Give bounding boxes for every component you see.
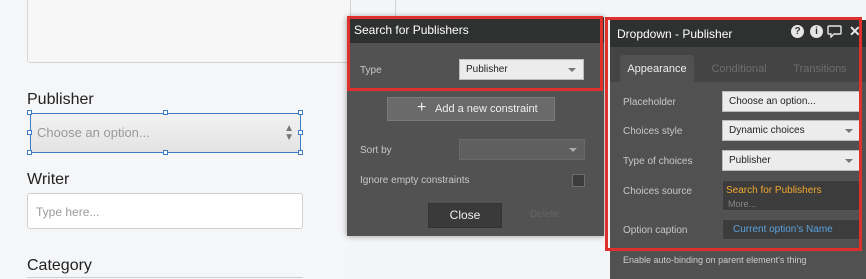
resize-handle-br[interactable] xyxy=(298,150,303,155)
writer-label: Writer xyxy=(27,171,70,188)
comment-icon[interactable] xyxy=(827,25,842,39)
sort-by-select[interactable] xyxy=(459,139,585,160)
tab-appearance[interactable]: Appearance xyxy=(620,55,694,82)
placeholder-input[interactable]: Choose an option... xyxy=(722,91,862,112)
property-tabs: Appearance Conditional Transitions xyxy=(610,47,866,82)
placeholder-value: Choose an option... xyxy=(729,96,816,107)
type-of-choices-label: Type of choices xyxy=(623,156,693,167)
delete-button[interactable]: Delete xyxy=(530,209,559,220)
choices-source-value[interactable]: Search for Publishers xyxy=(726,185,822,196)
multiline-input-element[interactable] xyxy=(27,0,351,63)
publisher-dropdown[interactable]: Choose an option... ▲ ▼ xyxy=(30,113,301,153)
auto-binding-label: Enable auto-binding on parent element's … xyxy=(623,255,807,265)
chevron-down-icon xyxy=(568,68,576,72)
sort-by-label: Sort by xyxy=(360,145,392,156)
option-caption-label: Option caption xyxy=(623,225,688,236)
info-icon[interactable]: i xyxy=(810,25,823,38)
chevron-down-icon xyxy=(569,148,577,152)
choices-source-label: Choices source xyxy=(623,186,692,197)
publisher-label: Publisher xyxy=(27,91,94,108)
close-button[interactable]: Close xyxy=(428,203,502,228)
tab-transitions[interactable]: Transitions xyxy=(780,55,860,82)
close-icon[interactable]: ✕ xyxy=(849,23,861,40)
choices-style-select[interactable]: Dynamic choices xyxy=(722,120,862,141)
ignore-empty-checkbox[interactable] xyxy=(572,174,585,187)
tab-conditional[interactable]: Conditional xyxy=(702,55,776,82)
property-editor-panel: Dropdown - Publisher ? i ✕ Appearance Co… xyxy=(610,20,866,279)
chevron-down-icon xyxy=(845,129,853,133)
placeholder-label: Placeholder xyxy=(623,97,676,108)
type-of-choices-value: Publisher xyxy=(729,155,771,166)
resize-handle-tl[interactable] xyxy=(27,110,32,115)
writer-input[interactable]: Type here... xyxy=(27,193,303,229)
editor-canvas: Publisher Choose an option... ▲ ▼ Writer … xyxy=(0,0,351,279)
dropdown-arrows-icon: ▲ ▼ xyxy=(284,123,294,143)
choices-source-more[interactable]: More... xyxy=(728,199,756,209)
option-caption-expression[interactable]: Current option's Name xyxy=(722,219,862,240)
resize-handle-tr[interactable] xyxy=(298,110,303,115)
property-panel-title-bar[interactable]: Dropdown - Publisher ? i ✕ xyxy=(610,20,866,47)
choices-source-expression[interactable]: Search for Publishers More... xyxy=(722,180,862,211)
search-panel-title: Search for Publishers xyxy=(354,23,469,37)
choices-style-value: Dynamic choices xyxy=(729,125,805,136)
resize-handle-bl[interactable] xyxy=(27,150,32,155)
divider xyxy=(395,0,396,18)
category-label: Category xyxy=(27,257,92,274)
choices-style-label: Choices style xyxy=(623,126,683,137)
add-constraint-button[interactable]: + Add a new constraint xyxy=(387,97,555,121)
type-select[interactable]: Publisher xyxy=(459,59,584,80)
type-of-choices-select[interactable]: Publisher xyxy=(722,150,862,171)
option-caption-value: Current option's Name xyxy=(733,224,833,235)
resize-handle-mr[interactable] xyxy=(298,130,303,135)
resize-handle-tm[interactable] xyxy=(163,110,168,115)
dropdown-placeholder: Choose an option... xyxy=(37,125,150,140)
type-select-value: Publisher xyxy=(466,64,508,75)
resize-handle-bm[interactable] xyxy=(163,150,168,155)
chevron-down-icon xyxy=(845,159,853,163)
resize-handle-ml[interactable] xyxy=(27,130,32,135)
add-constraint-label: Add a new constraint xyxy=(435,103,538,115)
search-editor-panel: Search for Publishers Type Publisher + A… xyxy=(347,17,604,236)
ignore-empty-label: Ignore empty constraints xyxy=(360,175,470,186)
plus-icon: + xyxy=(417,99,427,116)
property-panel-title: Dropdown - Publisher xyxy=(617,27,733,41)
type-label: Type xyxy=(360,65,382,76)
search-panel-title-bar[interactable]: Search for Publishers xyxy=(347,17,604,43)
help-icon[interactable]: ? xyxy=(791,25,804,38)
writer-placeholder: Type here... xyxy=(36,205,100,219)
